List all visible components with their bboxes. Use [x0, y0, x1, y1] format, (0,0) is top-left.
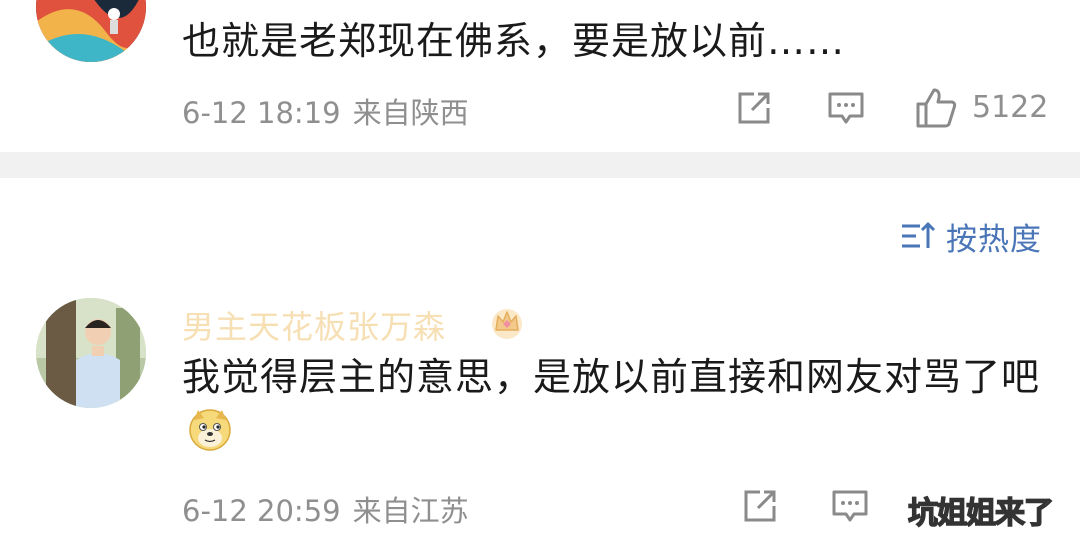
doge-emoji — [189, 409, 231, 451]
like-count: 5122 — [972, 90, 1049, 125]
comment-date: 6-12 18:19 — [182, 96, 341, 130]
sort-icon — [902, 222, 936, 248]
sort-button[interactable]: 按热度 — [900, 214, 1042, 258]
share-icon[interactable] — [740, 486, 780, 526]
crown-badge-icon — [492, 309, 522, 339]
avatar-image — [36, 298, 146, 408]
comment-date: 6-12 20:59 — [182, 494, 341, 528]
comment-item: 也就是老郑现在佛系，要是放以前…… 6-12 18:19 来自陕西 5122 — [0, 0, 1080, 152]
comment-location: 来自陕西 — [352, 96, 469, 130]
sort-label: 按热度 — [946, 221, 1042, 258]
reply-icon[interactable] — [830, 486, 870, 526]
comment-meta: 6-12 20:59 来自江苏 — [182, 488, 469, 530]
share-icon[interactable] — [734, 88, 774, 128]
comment-text: 我觉得层主的意思，是放以前直接和网友对骂了吧 — [182, 350, 1042, 458]
comment-text-content: 我觉得层主的意思，是放以前直接和网友对骂了吧 — [182, 355, 1041, 399]
avatar[interactable] — [36, 0, 146, 62]
avatar[interactable] — [36, 298, 146, 408]
comment-text: 也就是老郑现在佛系，要是放以前…… — [182, 19, 846, 63]
comment-meta: 6-12 18:19 来自陕西 — [182, 90, 469, 132]
watermark: 坑姐姐来了 — [907, 495, 1054, 531]
like-icon[interactable] — [914, 86, 958, 130]
username[interactable]: 男主天花板张万森 — [182, 302, 446, 348]
avatar-image — [36, 0, 146, 62]
reply-icon[interactable] — [826, 88, 866, 128]
comment-location: 来自江苏 — [352, 494, 469, 528]
section-divider — [0, 152, 1080, 178]
